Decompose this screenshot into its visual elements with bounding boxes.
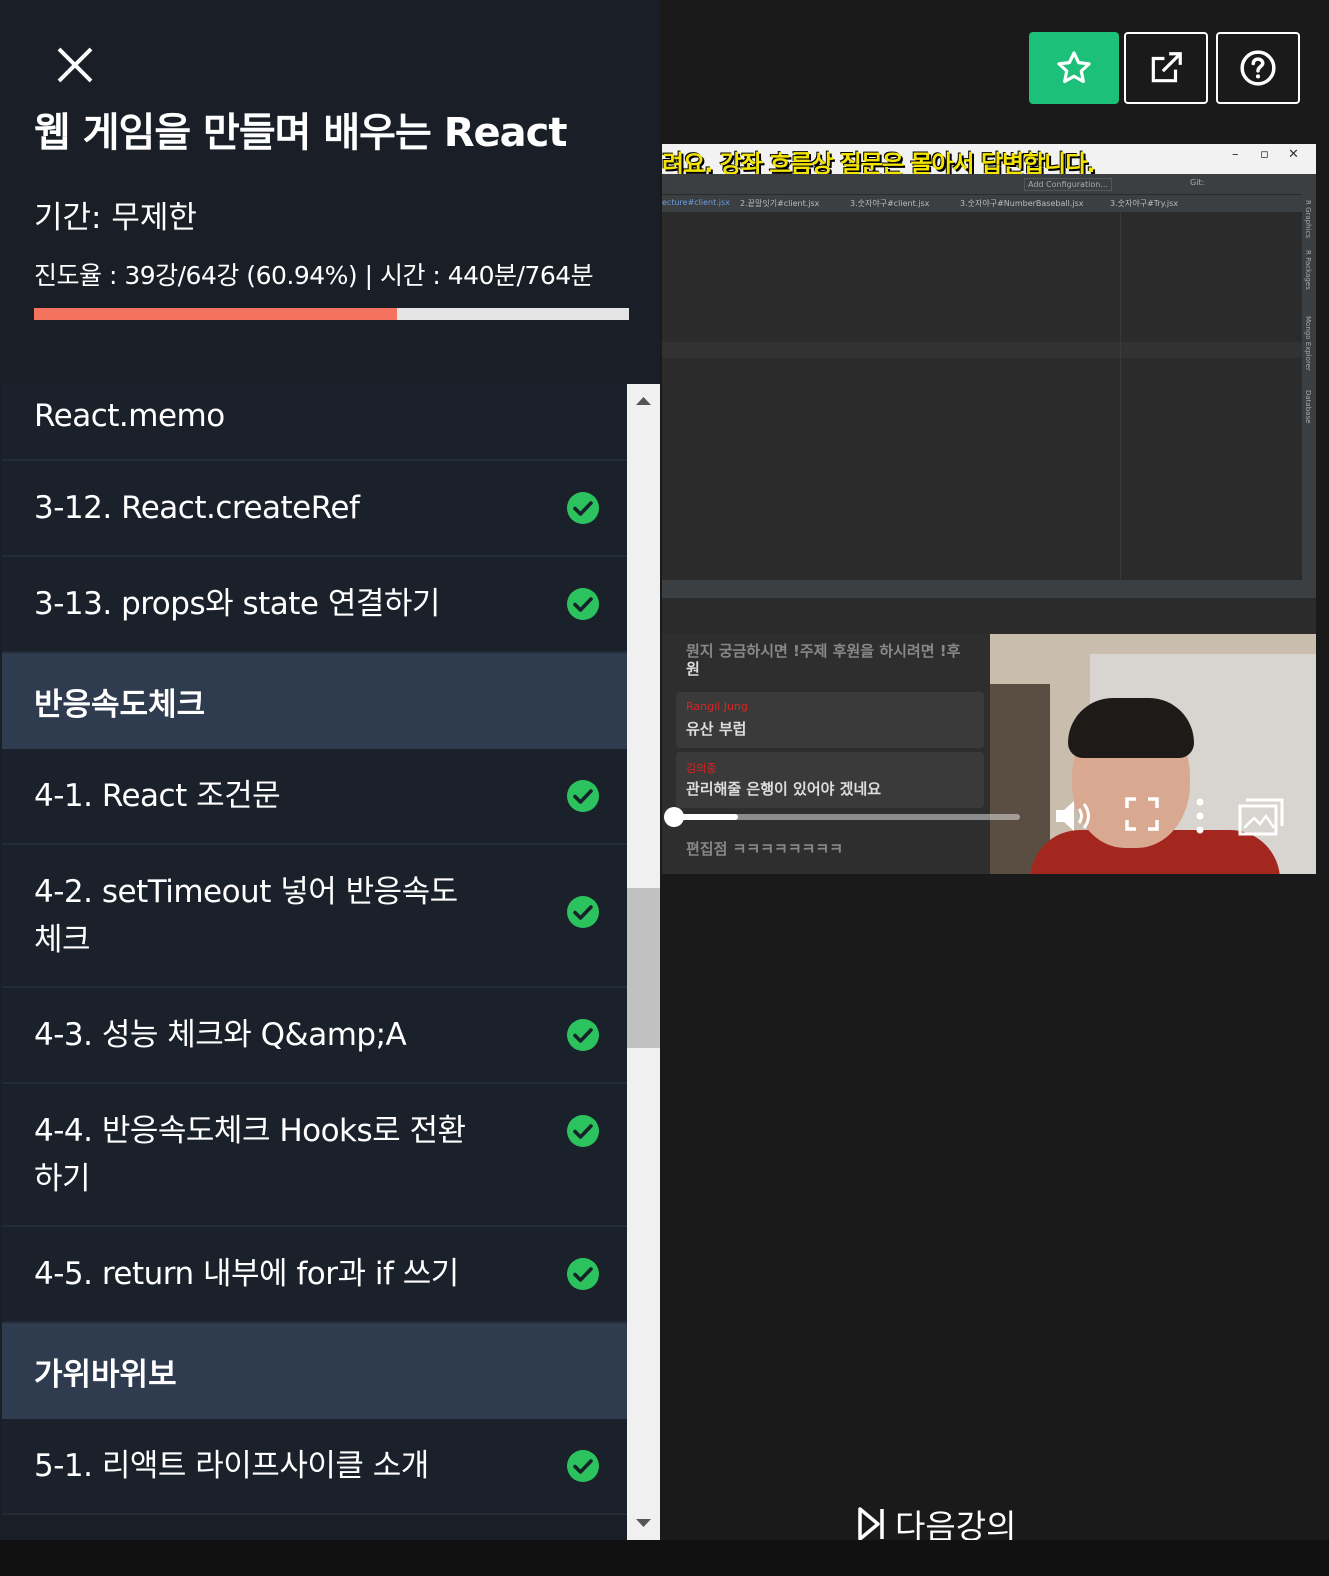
chat-message: 관리해줄 은행이 있어야 겠네요 (686, 780, 882, 798)
lecture-title: 4-3. 성능 체크와 Q&amp;A (34, 1017, 407, 1053)
share-icon (1151, 52, 1182, 83)
progress-fill (34, 308, 397, 320)
lecture-title: 3-13. props와 state 연결하기 (34, 586, 440, 622)
ide-git-label: Git: (1190, 178, 1205, 187)
section-header[interactable]: 가위바위보 (2, 1323, 628, 1419)
more-icon[interactable] (1192, 796, 1208, 836)
lecture-item[interactable]: 4-2. setTimeout 넣어 반응속도 체크 (2, 845, 628, 988)
check-circle-icon (567, 588, 599, 620)
volume-icon[interactable] (1052, 796, 1096, 836)
ide-tab: 3.숫자야구#NumberBaseball.jsx (960, 199, 1084, 208)
chat-message: 뭔지 궁금하시면 !주제 후원을 하시려면 !후 (686, 642, 961, 660)
close-icon (57, 47, 93, 83)
restore-icon: ▫ (1260, 147, 1269, 162)
lecture-item[interactable]: 4-3. 성능 체크와 Q&amp;A (2, 988, 628, 1084)
ide-side-label: Database (1304, 390, 1312, 424)
chat-message: 유산 부럽 (686, 720, 747, 738)
webcam-door (990, 684, 1050, 874)
help-icon (1240, 50, 1276, 86)
seek-bar[interactable] (664, 807, 1020, 827)
scroll-down-icon[interactable] (627, 1507, 660, 1540)
section-header[interactable]: 반응속도체크 (2, 653, 628, 749)
ide-editor (662, 212, 1302, 579)
scrollbar[interactable] (627, 384, 660, 1540)
check-circle-icon (567, 1115, 599, 1147)
lecture-item[interactable]: React.memo (2, 384, 628, 461)
check-circle-icon (567, 1258, 599, 1290)
ide-tabs: ecture#client.jsx 2.끝말잇기#client.jsx 3.숫자… (662, 194, 1316, 213)
window-close-icon: ✕ (1288, 147, 1299, 162)
ide-caret-row (662, 342, 1302, 358)
picture-in-picture-icon[interactable] (1238, 796, 1284, 836)
lecture-item[interactable]: 4-4. 반응속도체크 Hooks로 전환하기 (2, 1084, 628, 1227)
video-player[interactable]: 려요. 강좌 흐름상 질문은 몰아서 답변합니다. – ▫ ✕ Add Conf… (662, 144, 1316, 874)
lecture-title: 4-2. setTimeout 넣어 반응속도 체크 (34, 873, 458, 958)
check-circle-icon (567, 492, 599, 524)
section-title: 가위바위보 (34, 1356, 177, 1393)
check-circle-icon (567, 1450, 599, 1482)
ide-side-label: R Packages (1304, 250, 1312, 290)
ide-toolbar: Add Configuration... Git: (662, 174, 1316, 194)
seek-knob[interactable] (664, 807, 684, 827)
chat-message: 편집점 ㅋㅋㅋㅋㅋㅋㅋㅋ (686, 840, 844, 858)
chat-username: Rangil Jung (686, 700, 748, 713)
help-button[interactable] (1216, 32, 1300, 104)
check-circle-icon (567, 1019, 599, 1051)
ide-side-label: Mongo Explorer (1304, 316, 1312, 371)
ide-side-strip: R Graphics R Packages Mongo Explorer Dat… (1302, 194, 1316, 614)
course-title: 웹 게임을 만들며 배우는 React (34, 110, 567, 156)
section-title: 반응속도체크 (34, 686, 206, 723)
fullscreen-icon[interactable] (1124, 796, 1160, 832)
lecture-title: 4-5. return 내부에 for과 if 쓰기 (34, 1256, 459, 1292)
ide-tab: 3.숫자야구#Try.jsx (1110, 199, 1179, 208)
lecture-item[interactable]: 5-1. 리액트 라이프사이클 소개 (2, 1419, 628, 1515)
progress-text: 진도율 : 39강/64강 (60.94%) | 시간 : 440분/764분 (34, 261, 594, 290)
streamer-hair (1068, 698, 1194, 758)
check-circle-icon (567, 780, 599, 812)
ide-tab: 2.끝말잇기#client.jsx (740, 199, 820, 208)
ide-side-label: R Graphics (1304, 200, 1312, 239)
next-lecture-icon (858, 1507, 884, 1541)
course-period: 기간: 무제한 (34, 200, 197, 236)
lecture-title: React.memo (34, 398, 225, 434)
chat-message: 원 (686, 660, 700, 678)
lecture-title: 4-4. 반응속도체크 Hooks로 전환하기 (34, 1112, 466, 1197)
minimize-icon: – (1232, 147, 1239, 162)
webcam-overlay (990, 634, 1316, 874)
ide-tab: 3.숫자야구#client.jsx (850, 199, 930, 208)
bottom-strip (0, 1540, 1329, 1576)
progress-bar (34, 308, 629, 320)
lecture-title: 5-1. 리액트 라이프사이클 소개 (34, 1448, 429, 1484)
lecture-title: 3-12. React.createRef (34, 490, 360, 526)
check-circle-icon (567, 896, 599, 928)
curriculum-sidebar: 웹 게임을 만들며 배우는 React 기간: 무제한 진도율 : 39강/64… (0, 0, 660, 1540)
scroll-thumb[interactable] (627, 888, 660, 1048)
scroll-up-icon[interactable] (627, 384, 660, 417)
chat-username: 김의중 (686, 762, 717, 775)
lecture-item[interactable]: 3-13. props와 state 연결하기 (2, 557, 628, 653)
open-external-button[interactable] (1124, 32, 1208, 104)
bookmark-button[interactable] (1029, 32, 1119, 104)
stream-chat-overlay: 뭔지 궁금하시면 !주제 후원을 하시려면 !후 원 Rangil Jung 유… (662, 634, 990, 874)
lecture-item[interactable]: 3-12. React.createRef (2, 461, 628, 557)
ide-margin-line (1120, 212, 1121, 579)
lecture-item[interactable]: 4-1. React 조건문 (2, 749, 628, 845)
ide-tab: ecture#client.jsx (662, 198, 730, 207)
ide-add-config: Add Configuration... (1024, 178, 1112, 191)
ide-bottom-panel-bar (662, 580, 1316, 598)
star-icon (1057, 51, 1091, 84)
lecture-title: 4-1. React 조건문 (34, 778, 281, 814)
lecture-item[interactable]: 4-5. return 내부에 for과 if 쓰기 (2, 1227, 628, 1323)
close-button[interactable] (54, 44, 96, 86)
lecture-list[interactable]: React.memo 3-12. React.createRef 3-13. p… (2, 384, 628, 1540)
